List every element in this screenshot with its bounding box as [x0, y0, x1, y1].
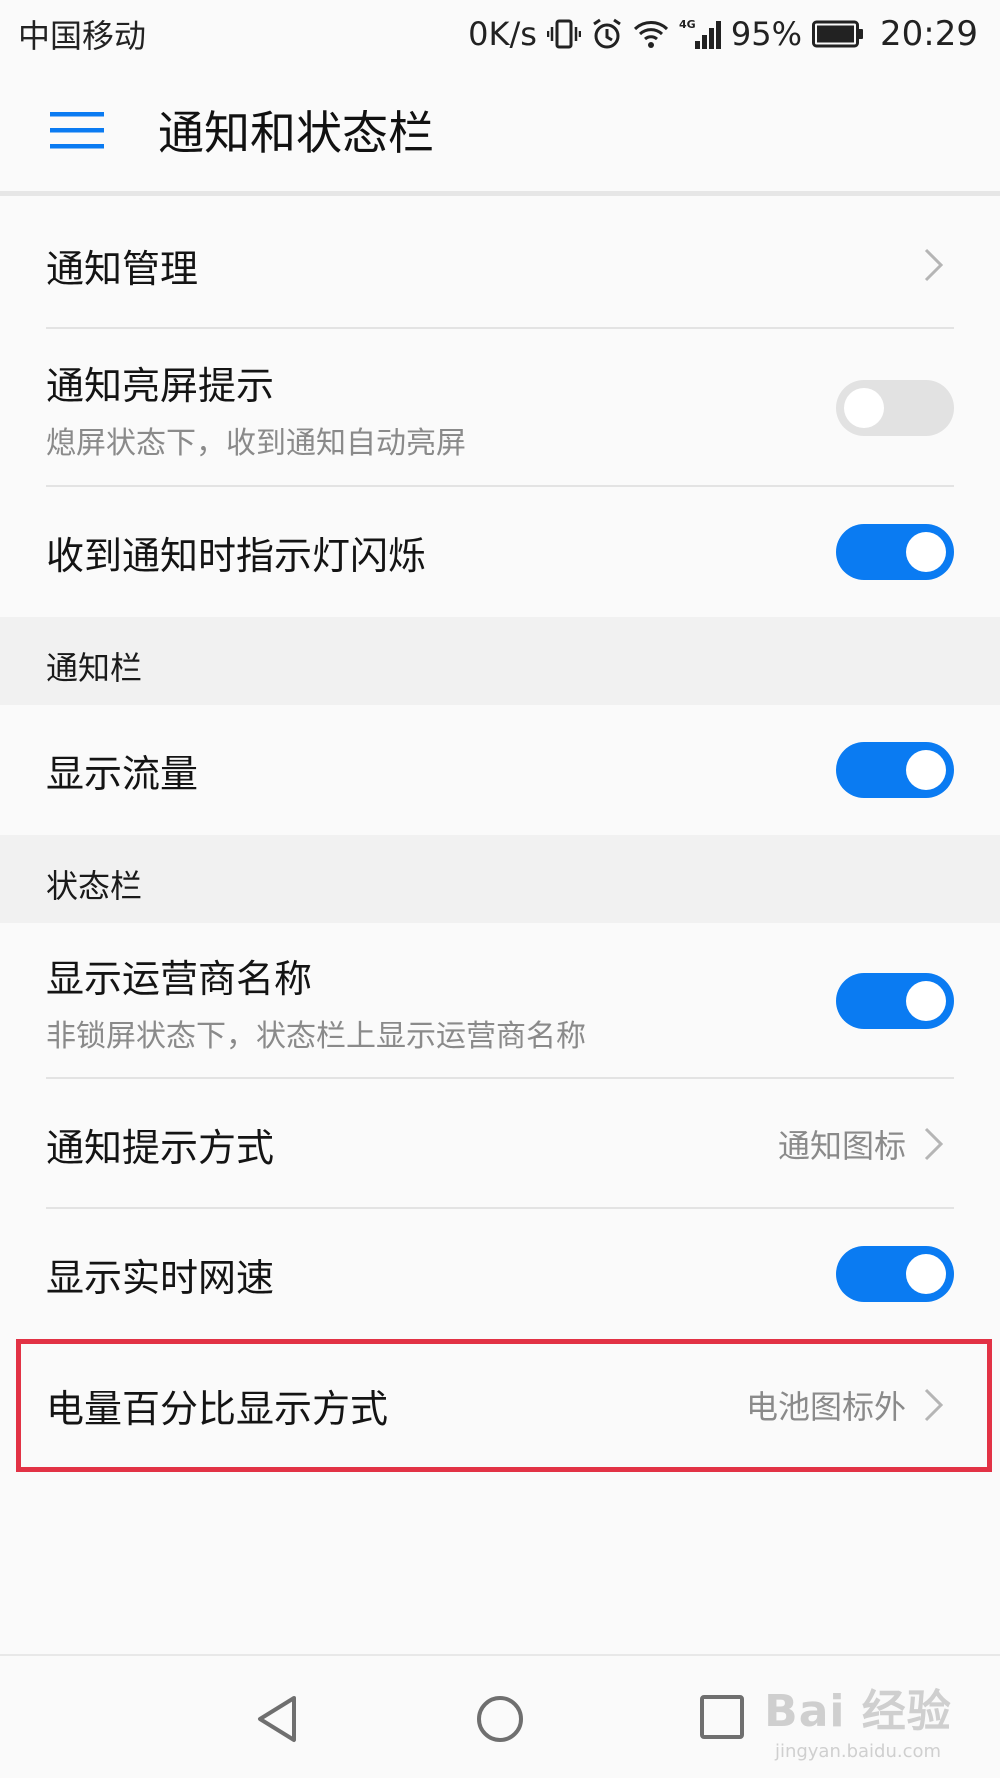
wake-on-notification-description: 熄屏状态下，收到通知自动亮屏: [46, 425, 466, 461]
network-speed: 0K/s: [468, 15, 537, 53]
settings-list: 通知管理 通知亮屏提示 熄屏状态下，收到通知自动亮屏 收到通知时指示灯闪烁 通知…: [0, 201, 1000, 1471]
show-network-speed-label: 显示实时网速: [46, 1255, 275, 1300]
toggle-knob: [906, 532, 946, 572]
show-carrier-name-item[interactable]: 显示运营商名称 非锁屏状态下，状态栏上显示运营商名称: [0, 923, 1000, 1079]
carrier-name: 中国移动: [18, 17, 147, 55]
status-icons: 0K/s 4G 95% 20:29: [468, 14, 978, 54]
led-blink-toggle[interactable]: [836, 524, 954, 580]
toggle-knob: [906, 1254, 946, 1294]
wifi-icon: [633, 19, 669, 49]
notification-management-item[interactable]: 通知管理: [0, 201, 1000, 329]
battery-percentage-label: 电量百分比显示方式: [46, 1386, 389, 1431]
battery-percentage-item[interactable]: 电量百分比显示方式 电池图标外: [0, 1339, 1000, 1471]
status-bar: 中国移动 0K/s 4G 95% 20:29: [0, 0, 1000, 68]
notification-style-item[interactable]: 通知提示方式 通知图标: [0, 1079, 1000, 1209]
show-data-usage-label: 显示流量: [46, 751, 199, 796]
wake-on-notification-toggle[interactable]: [836, 380, 954, 436]
section-header-notification-bar: 通知栏: [0, 617, 1000, 705]
toggle-knob: [906, 981, 946, 1021]
show-carrier-name-label: 显示运营商名称: [46, 956, 313, 1001]
show-carrier-name-description: 非锁屏状态下，状态栏上显示运营商名称: [46, 1018, 586, 1054]
menu-icon[interactable]: [50, 110, 104, 150]
page-title: 通知和状态栏: [158, 105, 434, 160]
wake-on-notification-label: 通知亮屏提示: [46, 363, 275, 408]
recents-icon[interactable]: [699, 1694, 745, 1740]
wake-on-notification-item[interactable]: 通知亮屏提示 熄屏状态下，收到通知自动亮屏: [0, 329, 1000, 487]
watermark-url: jingyan.baidu.com: [774, 1740, 942, 1762]
chevron-right-icon: [924, 1388, 944, 1422]
show-network-speed-item[interactable]: 显示实时网速: [0, 1209, 1000, 1339]
toggle-knob: [844, 388, 884, 428]
alarm-icon: [591, 17, 623, 51]
back-icon[interactable]: [254, 1694, 300, 1744]
led-blink-label: 收到通知时指示灯闪烁: [46, 533, 427, 578]
show-carrier-name-toggle[interactable]: [836, 973, 954, 1029]
notification-style-label: 通知提示方式: [46, 1125, 275, 1170]
toggle-knob: [906, 750, 946, 790]
chevron-right-icon: [924, 248, 944, 282]
chevron-right-icon: [924, 1127, 944, 1161]
show-network-speed-toggle[interactable]: [836, 1246, 954, 1302]
notification-style-value: 通知图标: [777, 1127, 906, 1165]
vibrate-icon: [546, 17, 581, 51]
show-data-usage-item[interactable]: 显示流量: [0, 705, 1000, 835]
battery-percentage-value: 电池图标外: [745, 1388, 906, 1426]
signal-icon: 4G: [679, 17, 721, 51]
watermark-logo: Bai 经验: [764, 1685, 952, 1737]
battery-percentage: 95%: [730, 15, 803, 53]
led-blink-item[interactable]: 收到通知时指示灯闪烁: [0, 487, 1000, 617]
clock: 20:29: [880, 14, 978, 54]
baidu-watermark: Bai 经验 jingyan.baidu.com: [760, 1668, 956, 1768]
notification-management-label: 通知管理: [46, 246, 199, 291]
home-icon[interactable]: [475, 1694, 525, 1744]
section-header-status-bar: 状态栏: [0, 835, 1000, 923]
app-bar: 通知和状态栏: [0, 68, 1000, 196]
show-data-usage-toggle[interactable]: [836, 742, 954, 798]
network-type-label: 4G: [679, 18, 696, 31]
battery-icon: [812, 20, 864, 48]
